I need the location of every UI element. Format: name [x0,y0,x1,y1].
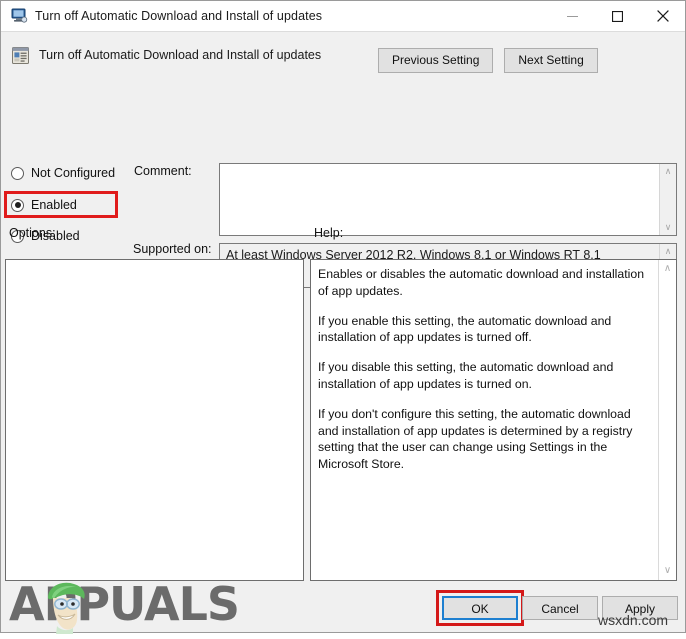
window-title: Turn off Automatic Download and Install … [35,9,323,23]
dialog-button-bar: OK Cancel Apply [1,589,686,634]
comment-value [220,164,659,235]
setting-state-region: Not Configured Enabled Disabled Comment:… [1,78,685,288]
chevron-up-icon[interactable]: ∧ [665,167,672,176]
radio-circle-selected-icon [11,198,24,212]
radio-enabled[interactable]: Enabled [11,195,77,215]
computer-monitor-icon [10,8,28,24]
previous-setting-button[interactable]: Previous Setting [378,48,494,73]
help-paragraph: Enables or disables the automatic downlo… [318,267,645,298]
help-paragraph: If you disable this setting, the automat… [318,360,614,391]
help-label: Help: [314,226,344,240]
chevron-up-icon[interactable]: ∧ [665,247,672,256]
supported-on-label: Supported on: [133,242,212,256]
options-label: Options: [9,226,56,240]
group-policy-setting-icon [11,46,30,65]
radio-circle-icon [11,166,24,180]
help-paragraph: If you enable this setting, the automati… [318,313,612,345]
help-panel: Enables or disables the automatic downlo… [310,259,677,581]
chevron-up-icon[interactable]: ∧ [664,264,671,274]
radio-not-configured[interactable]: Not Configured [11,163,115,183]
help-paragraph: If you don't configure this setting, the… [318,406,633,472]
next-setting-button[interactable]: Next Setting [504,48,598,73]
radio-label-not-configured: Not Configured [31,166,116,180]
ok-button[interactable]: OK [442,596,518,620]
setting-title: Turn off Automatic Download and Install … [39,48,322,62]
comment-label: Comment: [134,164,192,178]
chevron-down-icon[interactable]: ∨ [664,566,671,576]
radio-label-enabled: Enabled [31,198,77,212]
options-panel[interactable] [5,259,304,581]
setting-navigation: Previous Setting Next Setting [378,48,598,73]
title-bar: Turn off Automatic Download and Install … [1,1,685,32]
group-policy-setting-dialog: Turn off Automatic Download and Install … [0,0,686,633]
minimize-button[interactable] [550,1,595,31]
cancel-button[interactable]: Cancel [522,596,598,620]
help-scrollbar[interactable]: ∧ ∨ [658,260,676,580]
comment-textarea[interactable]: ∧ ∨ [219,163,677,236]
comment-scrollbar[interactable]: ∧ ∨ [659,164,676,235]
close-button[interactable] [640,1,685,31]
maximize-button[interactable] [595,1,640,31]
help-text-content: Enables or disables the automatic downlo… [311,260,658,580]
chevron-down-icon[interactable]: ∨ [665,223,672,232]
apply-button[interactable]: Apply [602,596,678,620]
